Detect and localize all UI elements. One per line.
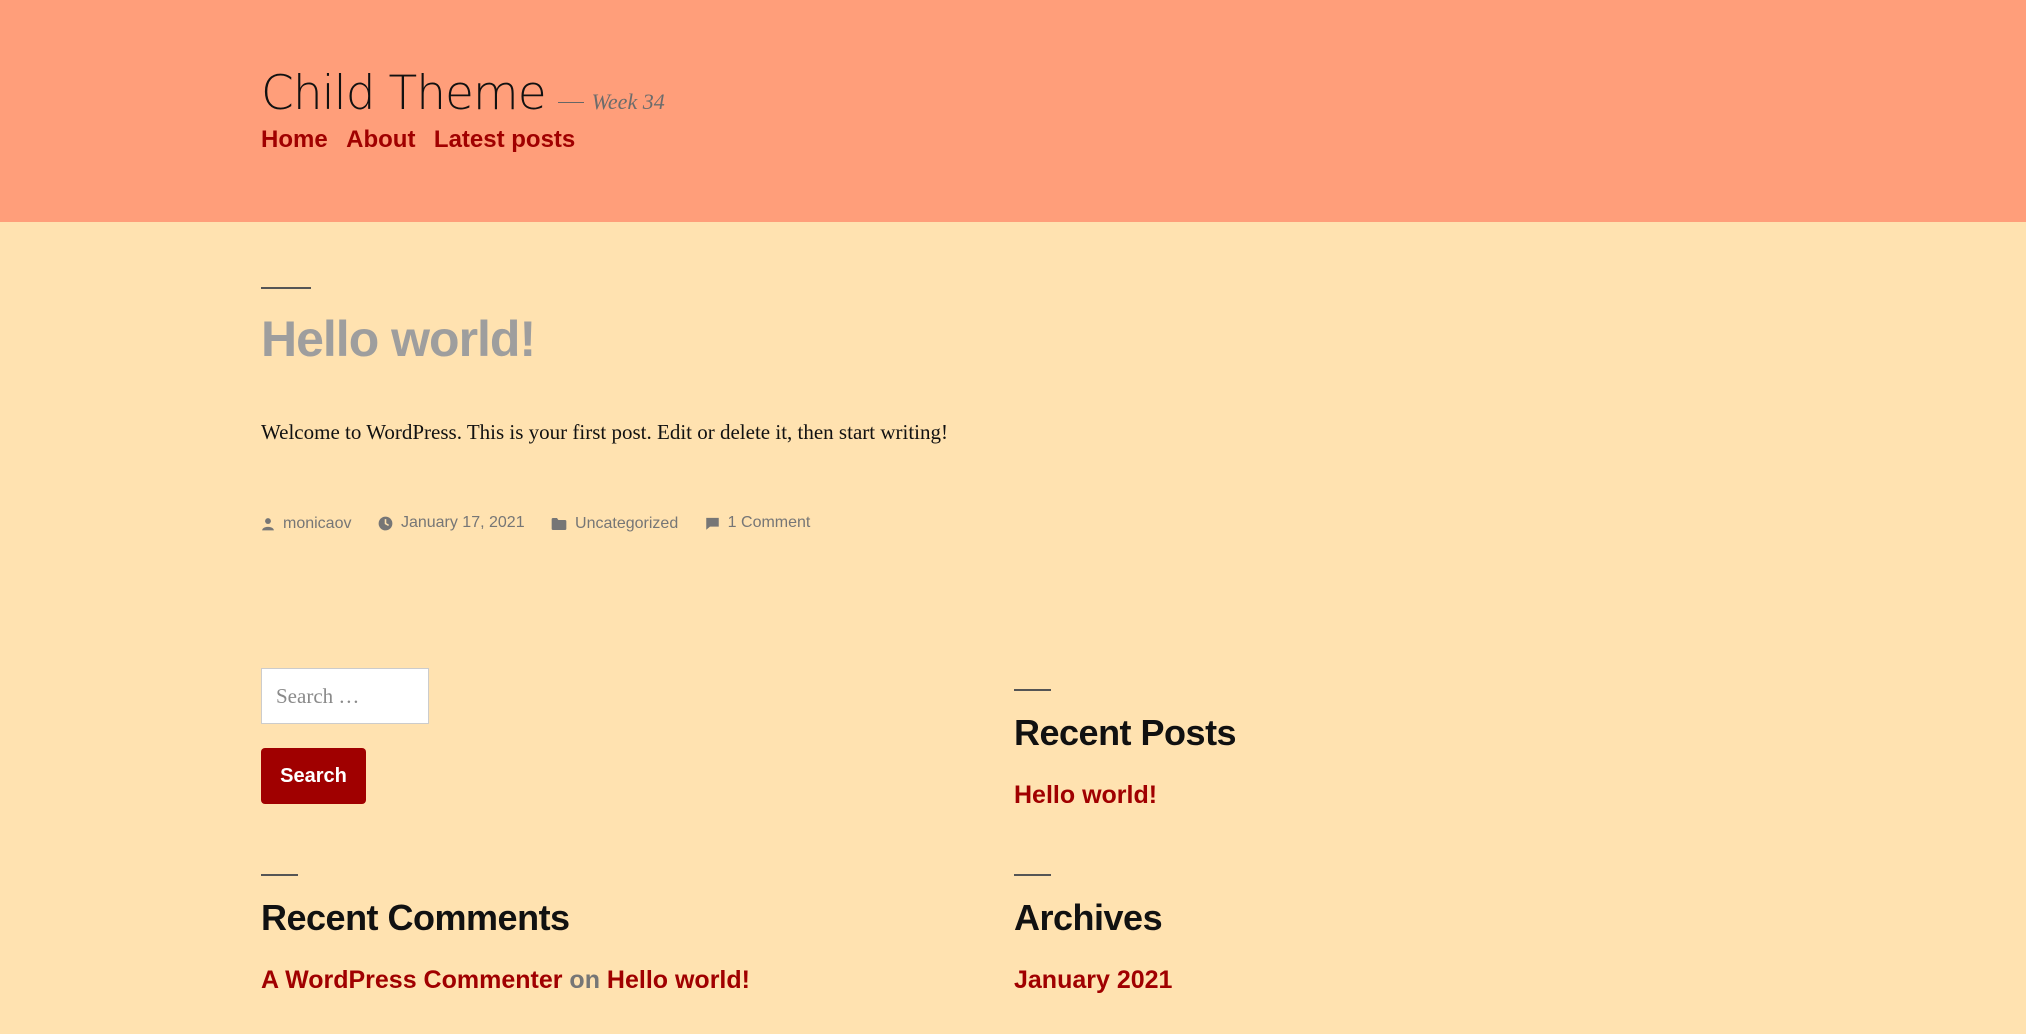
search-button[interactable]: Search [261,748,366,804]
archives-title: Archives [1014,897,1163,938]
user-icon [262,517,274,530]
search-input[interactable] [261,668,429,724]
archives-rule [1014,874,1051,876]
post-category: Uncategorized [551,515,678,533]
recent-comments-title: Recent Comments [261,897,570,938]
comment-connector: on [569,966,600,994]
post-title[interactable]: Hello world! [261,310,536,368]
nav-item-home[interactable]: Home [261,126,328,153]
post-author-link[interactable]: monicaov [283,515,351,533]
post-meta: monicaov January 17, 2021 Uncategorized … [261,514,832,536]
post-author: monicaov [261,515,351,533]
site-title[interactable]: Child Theme [261,66,547,121]
recent-comment-item: A WordPress Commenter on Hello world! [261,966,750,995]
post-title-rule [261,287,311,289]
comment-post-link[interactable]: Hello world! [607,966,750,994]
recent-comments-rule [261,874,298,876]
comment-author-link[interactable]: A WordPress Commenter [261,966,562,994]
post-date-link[interactable]: January 17, 2021 [401,514,525,532]
site-header: Child Theme Week 34 Home About Latest pos… [0,0,2026,222]
recent-posts-rule [1014,689,1051,691]
folder-icon [551,517,567,530]
recent-posts-title: Recent Posts [1014,712,1237,753]
site-description-separator [557,102,584,103]
clock-icon [378,516,393,530]
site-description: Week 34 [591,89,665,114]
site-branding: Child Theme Week 34 [261,62,665,126]
nav-item-latest-posts[interactable]: Latest posts [434,126,575,153]
primary-menu: Home About Latest posts [261,126,589,154]
post-category-link[interactable]: Uncategorized [575,515,678,533]
post-comments: 1 Comment [705,514,811,532]
archive-link[interactable]: January 2021 [1014,966,1172,995]
post-content: Welcome to WordPress. This is your first… [261,420,948,444]
comment-icon [705,517,719,530]
nav-item-about[interactable]: About [346,126,415,153]
recent-post-link[interactable]: Hello world! [1014,781,1157,810]
post-comments-link[interactable]: 1 Comment [728,514,811,532]
post-date: January 17, 2021 [378,514,525,532]
